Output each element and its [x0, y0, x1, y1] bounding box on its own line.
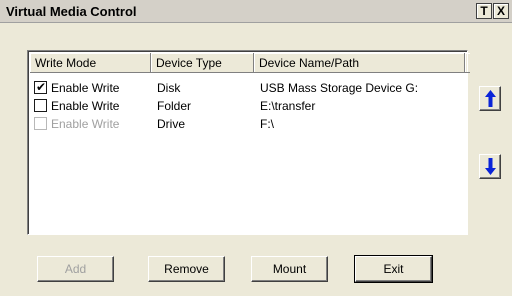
close-button[interactable]: X [493, 3, 509, 19]
exit-button[interactable]: Exit [354, 255, 433, 283]
list-header: Write Mode Device Type Device Name/Path [30, 53, 470, 73]
enable-write-checkbox [34, 117, 47, 130]
list-row[interactable]: Enable Write Folder E:\transfer [32, 97, 462, 115]
device-type-cell: Disk [157, 81, 181, 95]
write-mode-label: Enable Write [51, 99, 120, 113]
column-header-filler [465, 53, 470, 73]
write-mode-label: Enable Write [51, 81, 120, 95]
column-header-device-name-path[interactable]: Device Name/Path [254, 53, 465, 73]
device-path-cell: F:\ [260, 117, 274, 131]
enable-write-checkbox[interactable]: ✔ [34, 80, 47, 94]
write-mode-label: Enable Write [51, 117, 120, 131]
title-t-button[interactable]: T [476, 3, 492, 19]
device-type-cell: Folder [157, 99, 192, 113]
mount-button[interactable]: Mount [251, 256, 328, 282]
device-type-cell: Drive [157, 117, 186, 131]
device-path-cell: USB Mass Storage Device G: [260, 81, 419, 95]
device-list[interactable]: Write Mode Device Type Device Name/Path … [27, 50, 470, 235]
title-bar[interactable]: Virtual Media Control T X [0, 0, 512, 23]
move-up-button[interactable] [479, 86, 501, 111]
remove-button[interactable]: Remove [148, 256, 225, 282]
arrow-up-icon [485, 90, 496, 107]
window-title: Virtual Media Control [6, 4, 137, 19]
add-button: Add [37, 256, 114, 282]
arrow-down-icon [485, 158, 496, 175]
enable-write-checkbox[interactable] [34, 99, 47, 112]
column-header-device-type[interactable]: Device Type [151, 53, 254, 73]
device-path-cell: E:\transfer [260, 99, 316, 113]
move-down-button[interactable] [479, 154, 501, 179]
check-icon: ✔ [36, 80, 47, 94]
list-row[interactable]: ✔ Enable Write Disk USB Mass Storage Dev… [32, 79, 462, 97]
virtual-media-control-window: Virtual Media Control T X Write Mode Dev… [0, 0, 512, 296]
column-header-write-mode[interactable]: Write Mode [30, 53, 151, 73]
list-row[interactable]: Enable Write Drive F:\ [32, 115, 462, 133]
